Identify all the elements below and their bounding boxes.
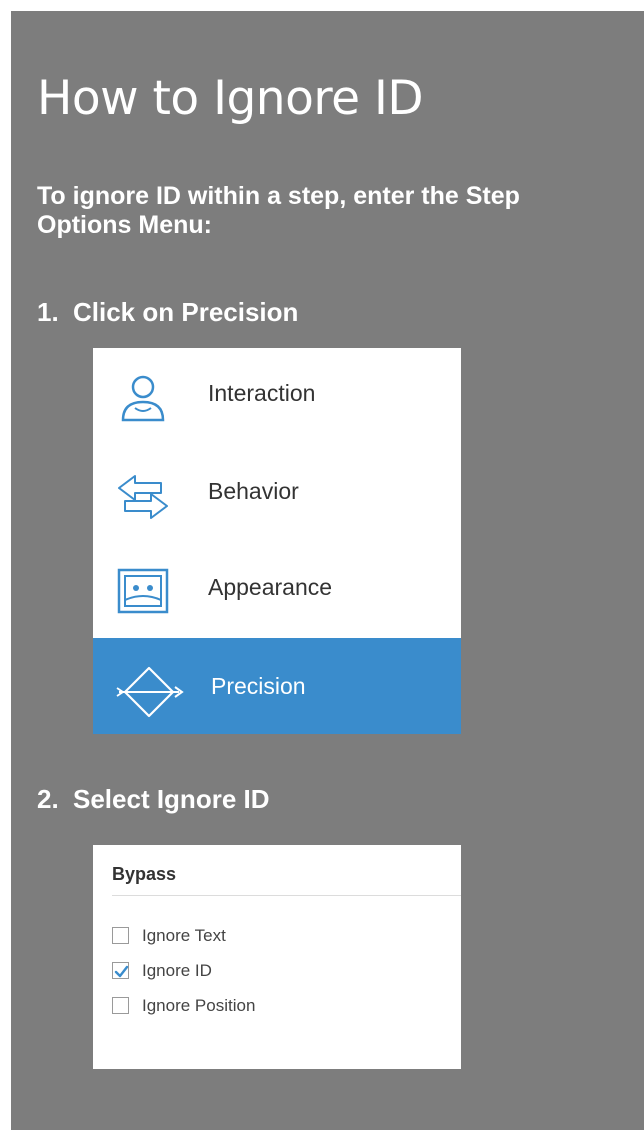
tutorial-panel: How to Ignore ID To ignore ID within a s… bbox=[11, 11, 644, 1130]
menu-item-label: Precision bbox=[211, 673, 306, 699]
option-label: Ignore Position bbox=[142, 996, 256, 1015]
step-1-number: 1. bbox=[37, 297, 59, 327]
option-label: Ignore ID bbox=[142, 961, 212, 980]
ignore-id-option[interactable]: Ignore ID bbox=[112, 960, 412, 984]
menu-item-appearance[interactable]: Appearance bbox=[93, 542, 461, 638]
swap-arrows-icon bbox=[115, 468, 171, 524]
divider bbox=[112, 895, 461, 896]
menu-item-behavior[interactable]: Behavior bbox=[93, 446, 461, 542]
step-options-menu: Interaction Behavior Appearance Precisio… bbox=[93, 348, 461, 734]
menu-item-label: Appearance bbox=[208, 574, 333, 600]
ignore-position-checkbox[interactable] bbox=[112, 997, 129, 1014]
picture-frame-icon bbox=[115, 564, 171, 620]
person-icon bbox=[115, 370, 171, 426]
bow-arrow-icon bbox=[115, 664, 184, 720]
ignore-text-option[interactable]: Ignore Text bbox=[112, 925, 412, 949]
step-1: 1. Click on Precision bbox=[37, 296, 298, 328]
intro-text: To ignore ID within a step, enter the St… bbox=[37, 182, 520, 239]
ignore-text-checkbox[interactable] bbox=[112, 927, 129, 944]
ignore-position-option[interactable]: Ignore Position bbox=[112, 995, 412, 1019]
step-1-text: Click on Precision bbox=[73, 297, 299, 327]
step-2-number: 2. bbox=[37, 784, 59, 814]
step-2: 2. Select Ignore ID bbox=[37, 783, 270, 815]
menu-item-interaction[interactable]: Interaction bbox=[93, 348, 461, 444]
page-title: How to Ignore ID bbox=[37, 71, 424, 126]
step-2-text: Select Ignore ID bbox=[73, 784, 270, 814]
option-label: Ignore Text bbox=[142, 926, 226, 945]
checkmark-icon bbox=[114, 965, 129, 978]
menu-item-label: Behavior bbox=[208, 478, 299, 504]
menu-item-precision[interactable]: Precision bbox=[93, 638, 461, 734]
ignore-id-checkbox[interactable] bbox=[112, 962, 129, 979]
menu-item-label: Interaction bbox=[208, 380, 316, 406]
bypass-heading: Bypass bbox=[112, 864, 177, 884]
bypass-panel: Bypass Ignore Text Ignore ID Ignore Posi… bbox=[93, 845, 461, 1069]
